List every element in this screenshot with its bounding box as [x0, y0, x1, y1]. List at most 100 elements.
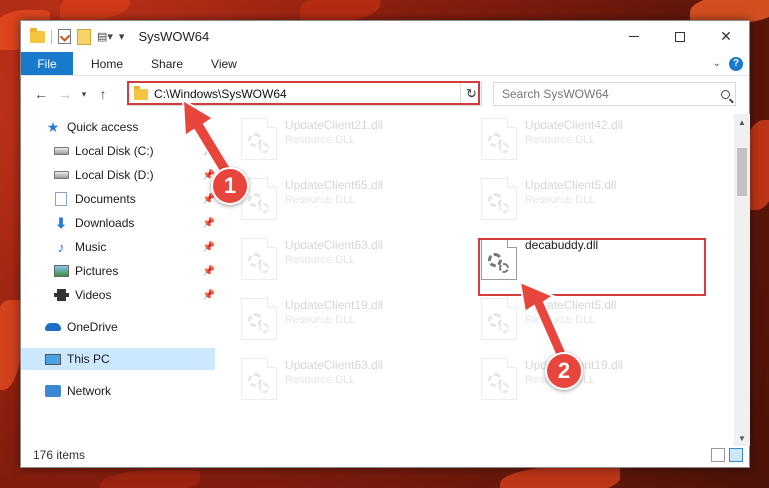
sidebar-item-label: Network	[67, 384, 112, 398]
file-name: UpdateClient21.dll	[285, 118, 384, 132]
help-icon[interactable]: ?	[729, 56, 743, 71]
dll-file-icon	[481, 118, 517, 160]
scrollbar-thumb[interactable]	[737, 148, 747, 196]
computer-icon	[45, 352, 61, 366]
title-bar: ▤▾ ▾ SysWOW64 ✕	[21, 21, 749, 52]
file-type: Resource DLL	[525, 314, 596, 326]
file-item[interactable]: UpdateClient42.dll Resource DLL	[481, 118, 623, 168]
chevron-down-icon[interactable]: ▾	[119, 30, 125, 43]
drive-icon	[53, 168, 69, 182]
drive-icon	[53, 144, 69, 158]
pin-icon[interactable]: 📌	[203, 218, 215, 229]
sidebar-item-label: Downloads	[75, 216, 135, 230]
sidebar-item-local-disk-d[interactable]: Local Disk (D:) 📌	[53, 164, 215, 186]
pictures-icon	[53, 264, 69, 278]
sidebar-item-videos[interactable]: Videos 📌	[53, 284, 215, 306]
status-bar: 176 items	[21, 443, 749, 467]
tab-home[interactable]: Home	[73, 52, 137, 75]
videos-icon	[53, 288, 69, 302]
sidebar-item-local-disk-c[interactable]: Local Disk (C:) 📌	[53, 140, 215, 162]
forward-button[interactable]: →	[53, 82, 77, 106]
file-item[interactable]: UpdateClient63.dll Resource DLL	[241, 238, 383, 288]
pin-icon[interactable]: 📌	[203, 290, 215, 301]
callout-badge-2: 2	[545, 352, 583, 390]
maximize-icon	[675, 31, 685, 42]
maximize-button[interactable]	[657, 21, 703, 52]
file-type: Resource DLL	[285, 254, 356, 266]
up-button[interactable]: ↑	[91, 82, 115, 106]
recent-locations-button[interactable]: ▾	[77, 82, 91, 106]
minimize-button[interactable]	[611, 21, 657, 52]
star-icon: ★	[46, 118, 60, 135]
pin-icon[interactable]: 📌	[203, 266, 215, 277]
search-icon[interactable]	[715, 89, 735, 99]
large-icons-view-icon[interactable]	[729, 448, 743, 462]
item-count: 176 items	[33, 448, 86, 462]
music-icon: ♪	[57, 239, 65, 255]
sidebar-item-this-pc[interactable]: This PC	[21, 348, 215, 370]
folder-icon	[30, 27, 45, 43]
sidebar-item-label: Music	[75, 240, 107, 254]
sidebar-item-onedrive[interactable]: OneDrive	[45, 316, 215, 338]
details-view-icon[interactable]	[711, 448, 725, 462]
file-item[interactable]: UpdateClient63.dll Resource DLL	[241, 358, 383, 408]
sidebar-item-label: Videos	[75, 288, 112, 302]
file-type: Resource DLL	[285, 314, 356, 326]
file-item[interactable]: UpdateClient21.dll Resource DLL	[241, 118, 383, 168]
file-type: Resource DLL	[525, 194, 596, 206]
file-item[interactable]: UpdateClient19.dll Resource DLL	[241, 298, 383, 348]
sidebar-item-label: Quick access	[67, 120, 139, 134]
ribbon-tabs: File Home Share View ⌄ ?	[21, 52, 749, 76]
documents-icon	[53, 192, 69, 206]
file-highlight	[478, 238, 706, 296]
customize-toolbar-icon[interactable]: ▤▾	[97, 30, 113, 43]
pin-icon[interactable]: 📌	[203, 242, 215, 253]
file-name: UpdateClient63.dll	[285, 238, 384, 252]
file-type: Resource DLL	[285, 134, 356, 146]
tab-view[interactable]: View	[197, 52, 251, 75]
file-name: UpdateClient5.dll	[525, 178, 617, 192]
sidebar-item-label: This PC	[67, 352, 110, 366]
scroll-up-icon[interactable]: ▲	[734, 114, 750, 130]
search-input[interactable]	[494, 87, 715, 101]
file-item[interactable]: UpdateClient65.dll Resource DLL	[241, 178, 383, 228]
sidebar-item-quick-access[interactable]: ★ Quick access	[45, 116, 215, 138]
sidebar-item-label: Local Disk (C:)	[75, 144, 154, 158]
sidebar-item-downloads[interactable]: ⬇ Downloads 📌	[53, 212, 215, 234]
expand-ribbon-icon[interactable]: ⌄	[713, 58, 721, 69]
new-folder-icon[interactable]	[77, 28, 91, 45]
dll-file-icon	[481, 358, 517, 400]
file-item[interactable]: UpdateClient5.dll Resource DLL	[481, 178, 616, 228]
close-button[interactable]: ✕	[703, 21, 749, 52]
onedrive-icon	[45, 320, 61, 334]
dll-file-icon	[241, 118, 277, 160]
quick-access-toolbar: ▤▾ ▾	[21, 27, 125, 45]
close-icon: ✕	[720, 28, 732, 44]
file-name: UpdateClient63.dll	[285, 358, 384, 372]
file-item[interactable]: UpdateClient5.dll Resource DLL	[481, 298, 616, 348]
dll-file-icon	[241, 358, 277, 400]
dll-file-icon	[241, 238, 277, 280]
vertical-scrollbar[interactable]: ▲ ▼	[734, 114, 750, 446]
window-title: SysWOW64	[138, 29, 210, 44]
tab-share[interactable]: Share	[137, 52, 197, 75]
dll-file-icon	[481, 178, 517, 220]
tab-file[interactable]: File	[21, 52, 73, 75]
file-type: Resource DLL	[285, 374, 356, 386]
file-type: Resource DLL	[285, 194, 356, 206]
sidebar-item-network[interactable]: Network	[45, 380, 215, 402]
sidebar-item-music[interactable]: ♪ Music 📌	[53, 236, 216, 258]
back-button[interactable]: ←	[29, 82, 53, 106]
dll-file-icon	[241, 298, 277, 340]
sidebar-item-label: Local Disk (D:)	[75, 168, 154, 182]
window-controls: ✕	[611, 21, 749, 52]
sidebar-item-label: Pictures	[75, 264, 119, 278]
file-name: UpdateClient5.dll	[525, 298, 617, 312]
sidebar-item-pictures[interactable]: Pictures 📌	[53, 260, 215, 282]
sidebar-item-documents[interactable]: Documents 📌	[53, 188, 215, 210]
properties-icon[interactable]	[58, 29, 71, 44]
pin-icon[interactable]: 📌	[203, 146, 215, 157]
sidebar-item-label: OneDrive	[67, 320, 118, 334]
network-icon	[45, 384, 61, 398]
search-box[interactable]	[493, 82, 736, 106]
